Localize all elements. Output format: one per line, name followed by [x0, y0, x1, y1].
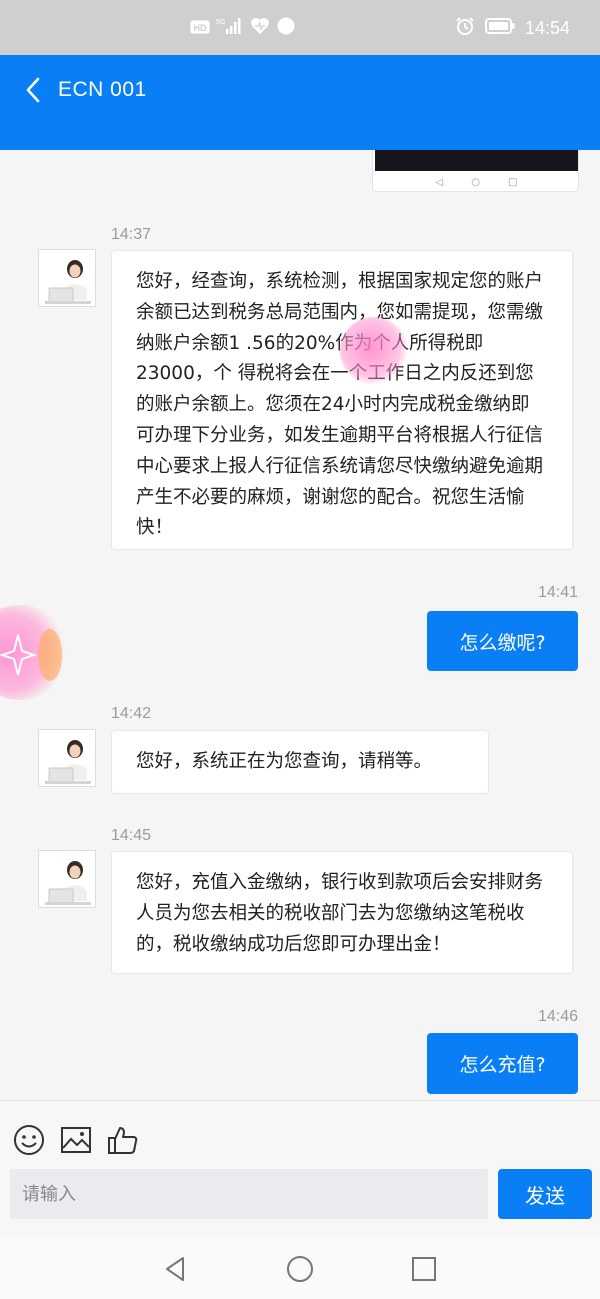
image-icon: [61, 1127, 91, 1153]
thumb-home-icon: ○: [471, 176, 480, 188]
agent-avatar-image: [39, 250, 95, 306]
avatar[interactable]: [38, 729, 96, 787]
agent-avatar-image: [39, 851, 95, 907]
thumbs-up-icon: [108, 1127, 138, 1154]
agent-message-bubble[interactable]: 您好，充值入金缴纳，银行收到款项后会安排财务人员为您去相关的税收部门去为您缴纳这…: [111, 851, 573, 974]
back-button[interactable]: [18, 73, 48, 107]
app-header: ECN 001: [0, 55, 600, 150]
message-timestamp: 14:37: [111, 226, 152, 243]
avatar[interactable]: [38, 850, 96, 908]
send-button[interactable]: 发送: [498, 1169, 592, 1219]
back-triangle-icon: [166, 1257, 184, 1281]
status-bar: HD 5G 14:54: [0, 0, 600, 55]
thumb-recents-icon: □: [507, 176, 518, 188]
compass-app-icon: [276, 16, 296, 40]
message-input[interactable]: [10, 1169, 488, 1219]
emoji-button[interactable]: [12, 1123, 46, 1157]
message-timestamp: 14:42: [111, 705, 152, 722]
message-timestamp: 14:45: [111, 827, 152, 844]
status-time: 14:54: [524, 17, 570, 38]
thumbnail-nav: ◁ ○ □: [373, 173, 580, 191]
emoji-icon: [14, 1125, 44, 1155]
status-right-icons: 14:54: [455, 16, 570, 40]
system-nav-bar: [0, 1237, 600, 1299]
alarm-icon: [455, 16, 475, 40]
status-left-icons: HD 5G: [190, 16, 296, 40]
nav-recents-button[interactable]: [406, 1251, 442, 1287]
nav-back-button[interactable]: [157, 1251, 193, 1287]
avatar[interactable]: [38, 249, 96, 307]
svg-text:5G: 5G: [216, 19, 225, 26]
battery-icon: [484, 17, 515, 39]
signal-5g-icon: 5G: [216, 17, 244, 39]
home-circle-icon: [287, 1256, 313, 1282]
input-area: 发送: [0, 1100, 600, 1237]
nav-home-button[interactable]: [282, 1251, 318, 1287]
thumb-back-icon: ◁: [435, 176, 444, 188]
thumbnail-screen: [375, 150, 578, 171]
message-timestamp: 14:41: [537, 584, 578, 601]
chat-scroll-area[interactable]: ◁ ○ □ 14:37 您好，经查询，系统检测，根据国家规定您的账户余额已达到税…: [0, 150, 600, 1100]
sparkle-icon: [0, 629, 62, 681]
user-message-bubble[interactable]: 怎么缴呢?: [427, 611, 578, 671]
agent-message-bubble[interactable]: 您好，系统正在为您查询，请稍等。: [111, 730, 489, 794]
chevron-left-icon: [26, 77, 40, 103]
image-button[interactable]: [59, 1123, 93, 1157]
image-message-thumbnail[interactable]: ◁ ○ □: [372, 150, 579, 192]
agent-message-bubble[interactable]: 您好，经查询，系统检测，根据国家规定您的账户余额已达到税务总局范围内，您如需提现…: [111, 250, 573, 550]
svg-text:HD: HD: [194, 23, 207, 33]
pink-floating-bubble[interactable]: [0, 605, 70, 700]
heart-app-icon: [250, 17, 270, 39]
agent-avatar-image: [39, 730, 95, 786]
hd-badge: HD: [190, 19, 210, 38]
thumbs-up-button[interactable]: [106, 1123, 140, 1157]
user-message-bubble[interactable]: 怎么充值?: [427, 1033, 578, 1094]
page-title: ECN 001: [58, 78, 147, 101]
recents-square-icon: [412, 1257, 436, 1281]
message-timestamp: 14:46: [537, 1008, 578, 1025]
